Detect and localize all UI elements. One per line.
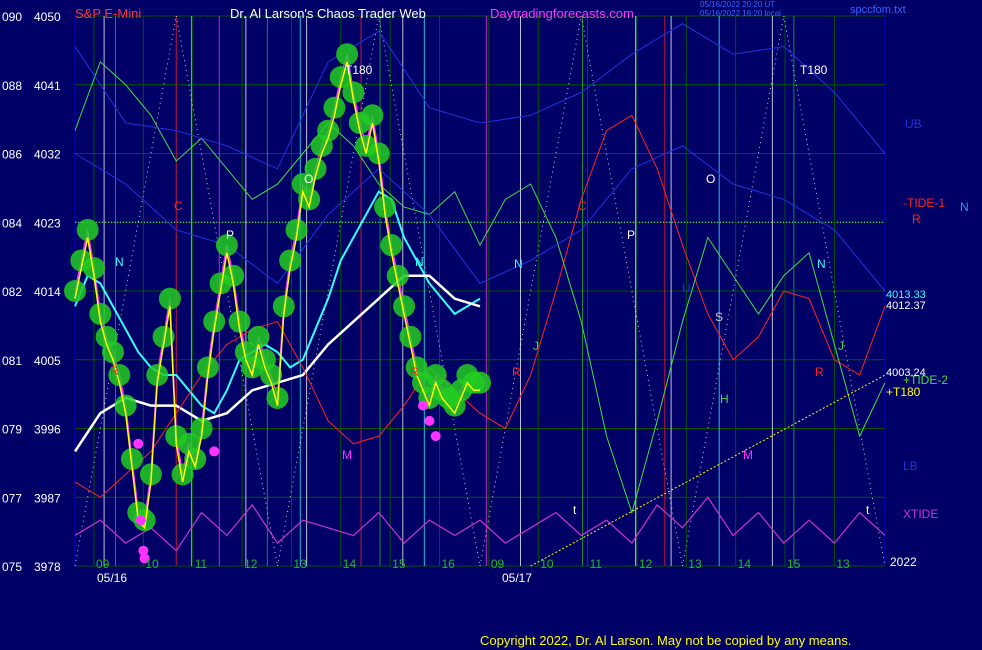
- chart-title: Dr. Al Larson's Chaos Trader Web: [230, 6, 426, 21]
- date-label-0516: 05/16: [97, 571, 127, 585]
- y-price-label: 3996: [34, 423, 61, 437]
- annotation-16: J: [533, 339, 539, 353]
- label-ub: UB: [905, 117, 922, 131]
- annotation-7: N: [415, 255, 424, 269]
- file-label: spccfom.txt: [850, 4, 906, 16]
- x-hour-label: 14: [343, 557, 357, 571]
- x-hour-label: 11: [590, 557, 603, 571]
- annotation-8: N: [514, 257, 523, 271]
- y-code-label: 075: [2, 560, 22, 574]
- y-price-label: 3987: [34, 491, 61, 505]
- x-hour-label: 15: [392, 557, 406, 571]
- stamp-line-2: 05/16/2022 16:20 local: [700, 9, 781, 18]
- annotation-23: C: [174, 199, 183, 213]
- annotation-19: S: [715, 310, 723, 324]
- price-chart: 090 4050 088 4041 086 4032 084 4023 082 4014 081 40…: [0, 0, 982, 650]
- site-link[interactable]: Daytradingforecasts.com: [490, 6, 634, 21]
- y-price-label: 4032: [34, 148, 61, 162]
- y-code-label: 079: [2, 423, 22, 437]
- green-dot: [64, 280, 86, 302]
- y-code-label: 077: [2, 491, 22, 505]
- year-label: 2022: [890, 555, 917, 569]
- magenta-dot: [418, 400, 429, 411]
- symbol-label: S&P E-Mini: [75, 6, 142, 21]
- x-hour-label: 11: [195, 557, 208, 571]
- y-code-label: 088: [2, 79, 22, 93]
- x-hour-label: 13: [293, 557, 307, 571]
- y-code-label: 086: [2, 148, 22, 162]
- y-code-label: 082: [2, 285, 22, 299]
- label-n: N: [960, 200, 969, 214]
- magenta-dot: [209, 446, 220, 457]
- annotation-5: P: [627, 228, 635, 242]
- x-hour-label: 13: [688, 557, 702, 571]
- annotation-1: T180: [800, 63, 828, 77]
- x-hour-label: 10: [540, 557, 554, 571]
- annotation-13: R: [815, 365, 824, 379]
- label-r: R: [912, 212, 921, 226]
- y-price-label: 4023: [34, 216, 61, 230]
- label-t180: +T180: [886, 385, 921, 399]
- annotation-10: R: [110, 364, 119, 378]
- x-hour-label: 09: [96, 557, 110, 571]
- annotation-6: N: [115, 255, 124, 269]
- y-price-label: 4041: [34, 79, 61, 93]
- annotation-9: N: [817, 257, 826, 271]
- annotation-11: R: [410, 365, 419, 379]
- x-hour-label: 12: [244, 557, 258, 571]
- label-lb: LB: [903, 459, 918, 473]
- y-price-label: 4005: [34, 354, 61, 368]
- annotation-17: J: [838, 339, 844, 353]
- x-hour-label: 16: [442, 557, 456, 571]
- y-code-label: 084: [2, 216, 22, 230]
- magenta-dot: [424, 415, 435, 426]
- annotation-3: O: [706, 172, 715, 186]
- annotation-0: T180: [345, 63, 373, 77]
- annotation-12: R: [512, 365, 521, 379]
- y-code-label: 081: [2, 354, 22, 368]
- label-tide1: -TIDE-1: [903, 196, 945, 210]
- annotation-20: U: [682, 281, 691, 295]
- annotation-24: C: [578, 199, 587, 213]
- annotation-4: P: [226, 228, 234, 242]
- y-code-label: 090: [2, 10, 22, 24]
- level-tide2: 4003.24: [886, 367, 926, 379]
- y-price-label: 4050: [34, 10, 61, 24]
- magenta-dot: [430, 431, 441, 442]
- copyright: Copyright 2022, Dr. Al Larson. May not b…: [480, 633, 852, 648]
- magenta-dot: [133, 438, 144, 449]
- stamp-line-1: 05/16/2022 20:20 UT: [700, 0, 776, 9]
- annotation-18: H: [720, 392, 729, 406]
- annotation-14: M: [342, 448, 352, 462]
- magenta-dot: [135, 515, 146, 526]
- y-price-label: 3978: [34, 560, 61, 574]
- date-label-0517: 05/17: [502, 571, 532, 585]
- annotation-15: M: [743, 448, 753, 462]
- x-hour-label: 13: [836, 557, 850, 571]
- y-price-label: 4014: [34, 285, 61, 299]
- x-hour-label: 09: [491, 557, 505, 571]
- x-hour-label: 15: [787, 557, 801, 571]
- label-xtide: XTIDE: [903, 507, 938, 521]
- x-hour-label: 10: [145, 557, 159, 571]
- x-hour-label: 14: [738, 557, 752, 571]
- annotation-2: O: [304, 172, 313, 186]
- x-hour-label: 12: [639, 557, 653, 571]
- level-white: 4012.37: [886, 300, 926, 312]
